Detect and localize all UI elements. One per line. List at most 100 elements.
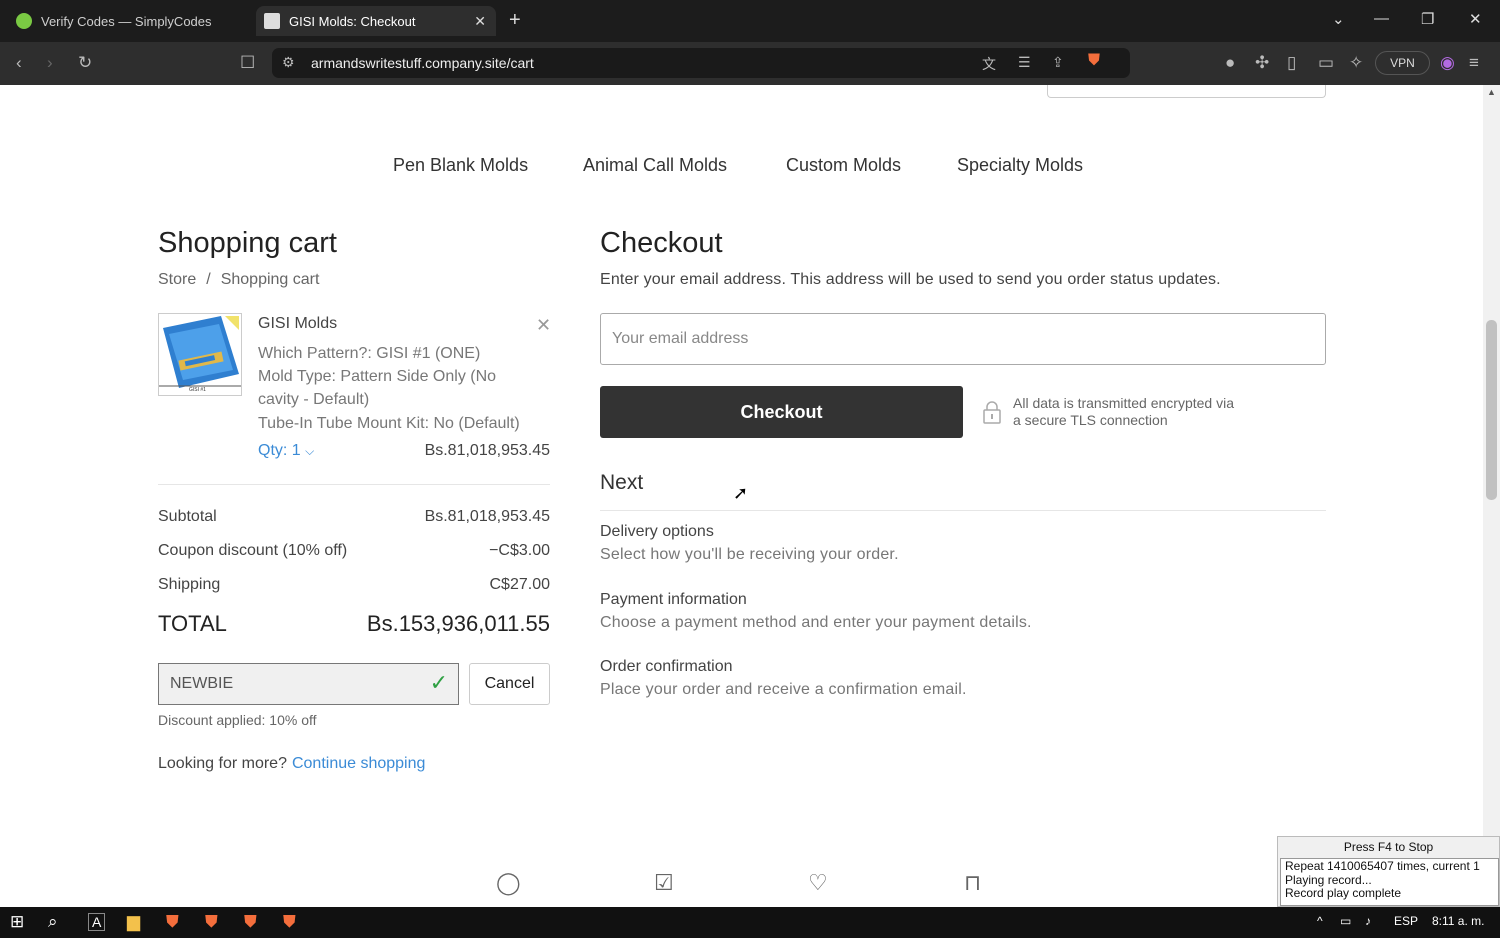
- coupon-input[interactable]: NEWBIE ✓: [158, 663, 459, 705]
- secure-line: All data is transmitted encrypted via: [1013, 395, 1234, 411]
- checkout-button[interactable]: Checkout: [600, 386, 963, 438]
- scroll-up-icon[interactable]: ▲: [1487, 87, 1496, 97]
- nav-specialty-molds[interactable]: Specialty Molds: [957, 155, 1083, 176]
- network-icon[interactable]: ▭: [1340, 914, 1351, 928]
- macro-recorder-panel: Press F4 to Stop Repeat 1410065407 times…: [1277, 836, 1500, 907]
- quantity-selector[interactable]: Qty: 1 ⌵: [258, 442, 314, 460]
- close-tab-icon[interactable]: ✕: [474, 13, 486, 30]
- remove-item-icon[interactable]: ✕: [536, 315, 551, 336]
- address-bar[interactable]: ⚙ armandswritestuff.company.site/cart 文 …: [272, 48, 1130, 78]
- summary-value: C$27.00: [489, 576, 551, 593]
- summary-shipping: Shipping C$27.00: [158, 576, 550, 594]
- tab-simplycodes[interactable]: Verify Codes — SimplyCodes: [10, 6, 250, 36]
- nav-animal-call-molds[interactable]: Animal Call Molds: [583, 155, 727, 176]
- product-image[interactable]: GISI #1: [158, 313, 242, 396]
- step-desc: Select how you'll be receiving your orde…: [600, 546, 899, 563]
- back-icon[interactable]: ‹: [16, 53, 22, 73]
- brave-browser-icon[interactable]: ⛊: [283, 912, 296, 932]
- forward-icon[interactable]: ›: [47, 53, 53, 73]
- vpn-button[interactable]: VPN: [1375, 51, 1430, 75]
- breadcrumb-store[interactable]: Store: [158, 271, 196, 288]
- tab-label: GISI Molds: Checkout: [289, 13, 416, 29]
- url-text[interactable]: armandswritestuff.company.site/cart: [311, 55, 534, 71]
- summary-total: TOTAL Bs.153,936,011.55: [158, 611, 550, 637]
- step-payment: Payment information Choose a payment met…: [600, 591, 1032, 632]
- step-desc: Place your order and receive a confirmat…: [600, 681, 967, 698]
- checkout-description: Enter your email address. This address w…: [600, 271, 1221, 288]
- summary-label: Coupon discount (10% off): [158, 542, 348, 559]
- breadcrumb-current: Shopping cart: [220, 271, 320, 288]
- qty-label: Qty: 1: [258, 442, 301, 459]
- new-tab-icon[interactable]: +: [509, 9, 521, 32]
- windows-taskbar: ⊞ ⌕ A ▆ ⛊ ⛊ ⛊ ⛊ ^ ▭ ♪ ESP 8:11 a. m.: [0, 907, 1500, 938]
- page-scrollbar[interactable]: ▲: [1483, 85, 1500, 907]
- brave-browser-icon[interactable]: ⛊: [244, 912, 257, 932]
- favorites-icon[interactable]: ♡: [808, 870, 828, 896]
- wallet-icon[interactable]: ▭: [1318, 53, 1334, 73]
- tab-gisi-checkout[interactable]: GISI Molds: Checkout ✕: [256, 6, 496, 36]
- search-icon[interactable]: ⌕: [48, 912, 58, 932]
- app-icon[interactable]: A: [88, 913, 106, 931]
- step-title: Order confirmation: [600, 658, 733, 675]
- site-favicon-icon: [264, 13, 280, 29]
- product-name[interactable]: GISI Molds: [258, 315, 337, 333]
- recorder-line: Playing record...: [1285, 872, 1372, 887]
- menu-icon[interactable]: ≡: [1469, 53, 1479, 73]
- step-confirmation: Order confirmation Place your order and …: [600, 658, 967, 699]
- cart-title: Shopping cart: [158, 227, 337, 259]
- recorder-line: Repeat 1410065407 times, current 1: [1285, 859, 1480, 873]
- nav-pen-blank-molds[interactable]: Pen Blank Molds: [393, 155, 528, 176]
- step-title: Payment information: [600, 591, 747, 608]
- share-icon[interactable]: ⇪: [1052, 54, 1064, 71]
- page-content: Pen Blank Molds Animal Call Molds Custom…: [0, 85, 1483, 907]
- brave-browser-icon[interactable]: ⛊: [205, 912, 218, 932]
- nav-custom-molds[interactable]: Custom Molds: [786, 155, 901, 176]
- summary-value: −C$3.00: [489, 542, 550, 559]
- brave-browser-icon[interactable]: ⛊: [166, 912, 179, 932]
- leo-ai-icon[interactable]: ✧: [1349, 53, 1363, 73]
- product-option: cavity - Default): [258, 391, 370, 408]
- account-icon[interactable]: ◯: [496, 870, 521, 896]
- summary-label: Shipping: [158, 576, 221, 593]
- clock[interactable]: 8:11 a. m.: [1432, 914, 1484, 928]
- profile-icon[interactable]: ●: [1225, 53, 1235, 73]
- product-option: Tube-In Tube Mount Kit: No (Default): [258, 415, 520, 432]
- brave-shields-icon[interactable]: ⛊: [1088, 52, 1100, 70]
- windows-start-icon[interactable]: ⊞: [10, 912, 24, 932]
- volume-icon[interactable]: ♪: [1365, 914, 1371, 928]
- step-desc: Choose a payment method and enter your p…: [600, 614, 1032, 631]
- file-explorer-icon[interactable]: ▆: [127, 912, 140, 932]
- continue-shopping-row: Looking for more? Continue shopping: [158, 755, 425, 773]
- mouse-cursor-icon: ➚: [733, 483, 749, 503]
- recorder-header: Press F4 to Stop: [1343, 840, 1434, 854]
- extensions-icon[interactable]: ✣: [1255, 53, 1269, 73]
- cancel-coupon-button[interactable]: Cancel: [469, 663, 550, 705]
- continue-shopping-link[interactable]: Continue shopping: [292, 755, 425, 772]
- bookmark-icon[interactable]: ☐: [240, 53, 255, 73]
- reader-mode-icon[interactable]: ☰: [1018, 54, 1031, 71]
- close-window-icon[interactable]: ✕: [1469, 10, 1482, 28]
- step-delivery: Delivery options Select how you'll be re…: [600, 523, 899, 564]
- product-option: Mold Type: Pattern Side Only (No: [258, 368, 497, 385]
- tab-list-chevron-icon[interactable]: ⌄: [1332, 10, 1345, 28]
- brave-rewards-icon[interactable]: ◉: [1440, 53, 1455, 73]
- summary-coupon: Coupon discount (10% off) −C$3.00: [158, 542, 550, 560]
- currency-selector[interactable]: [1047, 85, 1326, 98]
- site-info-icon[interactable]: ⚙: [282, 54, 295, 71]
- tab-bar: Verify Codes — SimplyCodes GISI Molds: C…: [0, 0, 1500, 42]
- more-text: Looking for more?: [158, 755, 287, 772]
- simplycodes-favicon-icon: [16, 13, 32, 29]
- scrollbar-thumb[interactable]: [1486, 320, 1497, 500]
- translate-icon[interactable]: 文: [982, 54, 996, 74]
- summary-subtotal: Subtotal Bs.81,018,953.45: [158, 508, 550, 526]
- tray-chevron-icon[interactable]: ^: [1317, 914, 1323, 928]
- reload-icon[interactable]: ↻: [78, 53, 92, 73]
- email-field[interactable]: Your email address: [600, 313, 1326, 365]
- breadcrumb: Store / Shopping cart: [158, 271, 320, 288]
- restore-icon[interactable]: ❐: [1421, 10, 1434, 28]
- language-indicator[interactable]: ESP: [1394, 914, 1418, 928]
- minimize-icon[interactable]: —: [1374, 10, 1389, 27]
- track-orders-icon[interactable]: ☑: [654, 870, 674, 896]
- sidebar-icon[interactable]: ▯: [1287, 53, 1296, 73]
- shopping-bag-icon[interactable]: ⊓: [964, 870, 981, 896]
